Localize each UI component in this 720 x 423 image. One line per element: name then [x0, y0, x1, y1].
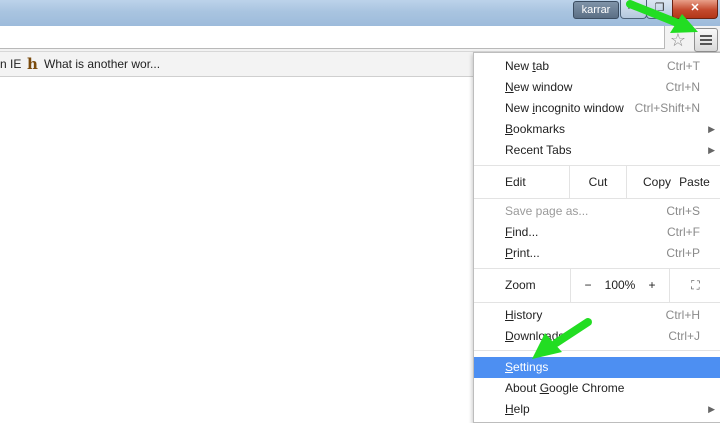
menu-item-about-google-chrome[interactable]: About Google Chrome [474, 378, 720, 399]
zoom-in-button[interactable]: + [639, 269, 665, 302]
menu-item-label: Save page as... [505, 204, 589, 218]
shortcut-text: Ctrl+F [667, 225, 700, 239]
close-button[interactable]: ✕ [672, 0, 718, 19]
menu-item-find[interactable]: Find... Ctrl+F [474, 222, 720, 243]
menu-item-settings[interactable]: Settings [474, 357, 720, 378]
menu-separator [474, 350, 720, 351]
profile-badge[interactable]: karrar [573, 1, 619, 19]
address-bar[interactable] [0, 26, 665, 49]
divider [570, 269, 571, 302]
menu-item-label: Downloads [505, 329, 565, 343]
menu-item-label: History [505, 308, 543, 322]
menu-item-label: Print... [505, 246, 540, 260]
shortcut-text: Ctrl+J [668, 329, 700, 343]
menu-edit-row: Edit Cut Copy Paste [474, 166, 720, 198]
menu-item-history[interactable]: History Ctrl+H [474, 305, 720, 326]
menu-item-downloads[interactable]: Downloads Ctrl+J [474, 326, 720, 347]
menu-item-recent-tabs[interactable]: Recent Tabs ▶ [474, 140, 720, 161]
browser-toolbar [0, 26, 720, 52]
bookmark-star-icon[interactable]: ☆ [668, 30, 688, 50]
shortcut-text: Ctrl+Shift+N [634, 101, 700, 115]
menu-item-help[interactable]: Help ▶ [474, 399, 720, 420]
minimize-button[interactable]: — [620, 0, 647, 19]
menu-item-new-window[interactable]: New window Ctrl+N [474, 77, 720, 98]
menu-item-label: Settings [505, 360, 549, 374]
shortcut-text: Ctrl+T [667, 59, 700, 73]
hamburger-icon [700, 39, 712, 41]
bookmark-thesaurus[interactable]: What is another wor... [44, 52, 160, 76]
menu-item-label: Bookmarks [505, 122, 566, 136]
hamburger-icon [700, 43, 712, 45]
menu-item-label: Recent Tabs [505, 143, 572, 157]
bookmark-favicon-icon: h [27, 55, 38, 73]
shortcut-text: Ctrl+N [665, 80, 700, 94]
menu-item-label: Find... [505, 225, 539, 239]
maximize-button[interactable]: ❐ [646, 0, 673, 19]
menu-item-label: New incognito window [505, 101, 624, 115]
zoom-out-button[interactable]: − [575, 269, 601, 302]
edit-label: Edit [505, 175, 526, 189]
menu-item-print[interactable]: Print... Ctrl+P [474, 243, 720, 264]
menu-item-label: About Google Chrome [505, 381, 625, 395]
menu-item-label: New tab [505, 59, 550, 73]
submenu-arrow-icon: ▶ [708, 145, 715, 155]
menu-separator [474, 198, 720, 199]
chrome-main-menu: New tab Ctrl+T New window Ctrl+N New inc… [473, 52, 720, 423]
shortcut-text: Ctrl+P [666, 246, 700, 260]
menu-separator [474, 302, 720, 303]
menu-item-save-page[interactable]: Save page as... Ctrl+S [474, 201, 720, 222]
cut-button[interactable]: Cut [570, 166, 626, 198]
window-titlebar: karrar — ❐ ✕ [0, 0, 720, 26]
menu-item-label: New window [505, 80, 573, 94]
submenu-arrow-icon: ▶ [708, 404, 715, 414]
menu-item-label: Help [505, 402, 530, 416]
chrome-menu-button[interactable] [694, 28, 718, 52]
hamburger-icon [700, 35, 712, 37]
menu-item-new-tab[interactable]: New tab Ctrl+T [474, 56, 720, 77]
bookmark-ie[interactable]: n IE [0, 52, 21, 76]
menu-item-new-incognito-window[interactable]: New incognito window Ctrl+Shift+N [474, 98, 720, 119]
menu-zoom-row: Zoom − 100% + ⛶ [474, 269, 720, 302]
zoom-level: 100% [604, 278, 636, 292]
paste-button[interactable]: Paste [668, 166, 720, 198]
menu-item-bookmarks[interactable]: Bookmarks ▶ [474, 119, 720, 140]
shortcut-text: Ctrl+S [666, 204, 700, 218]
fullscreen-icon[interactable]: ⛶ [670, 269, 720, 302]
submenu-arrow-icon: ▶ [708, 124, 715, 134]
zoom-label: Zoom [505, 278, 536, 292]
shortcut-text: Ctrl+H [665, 308, 700, 322]
